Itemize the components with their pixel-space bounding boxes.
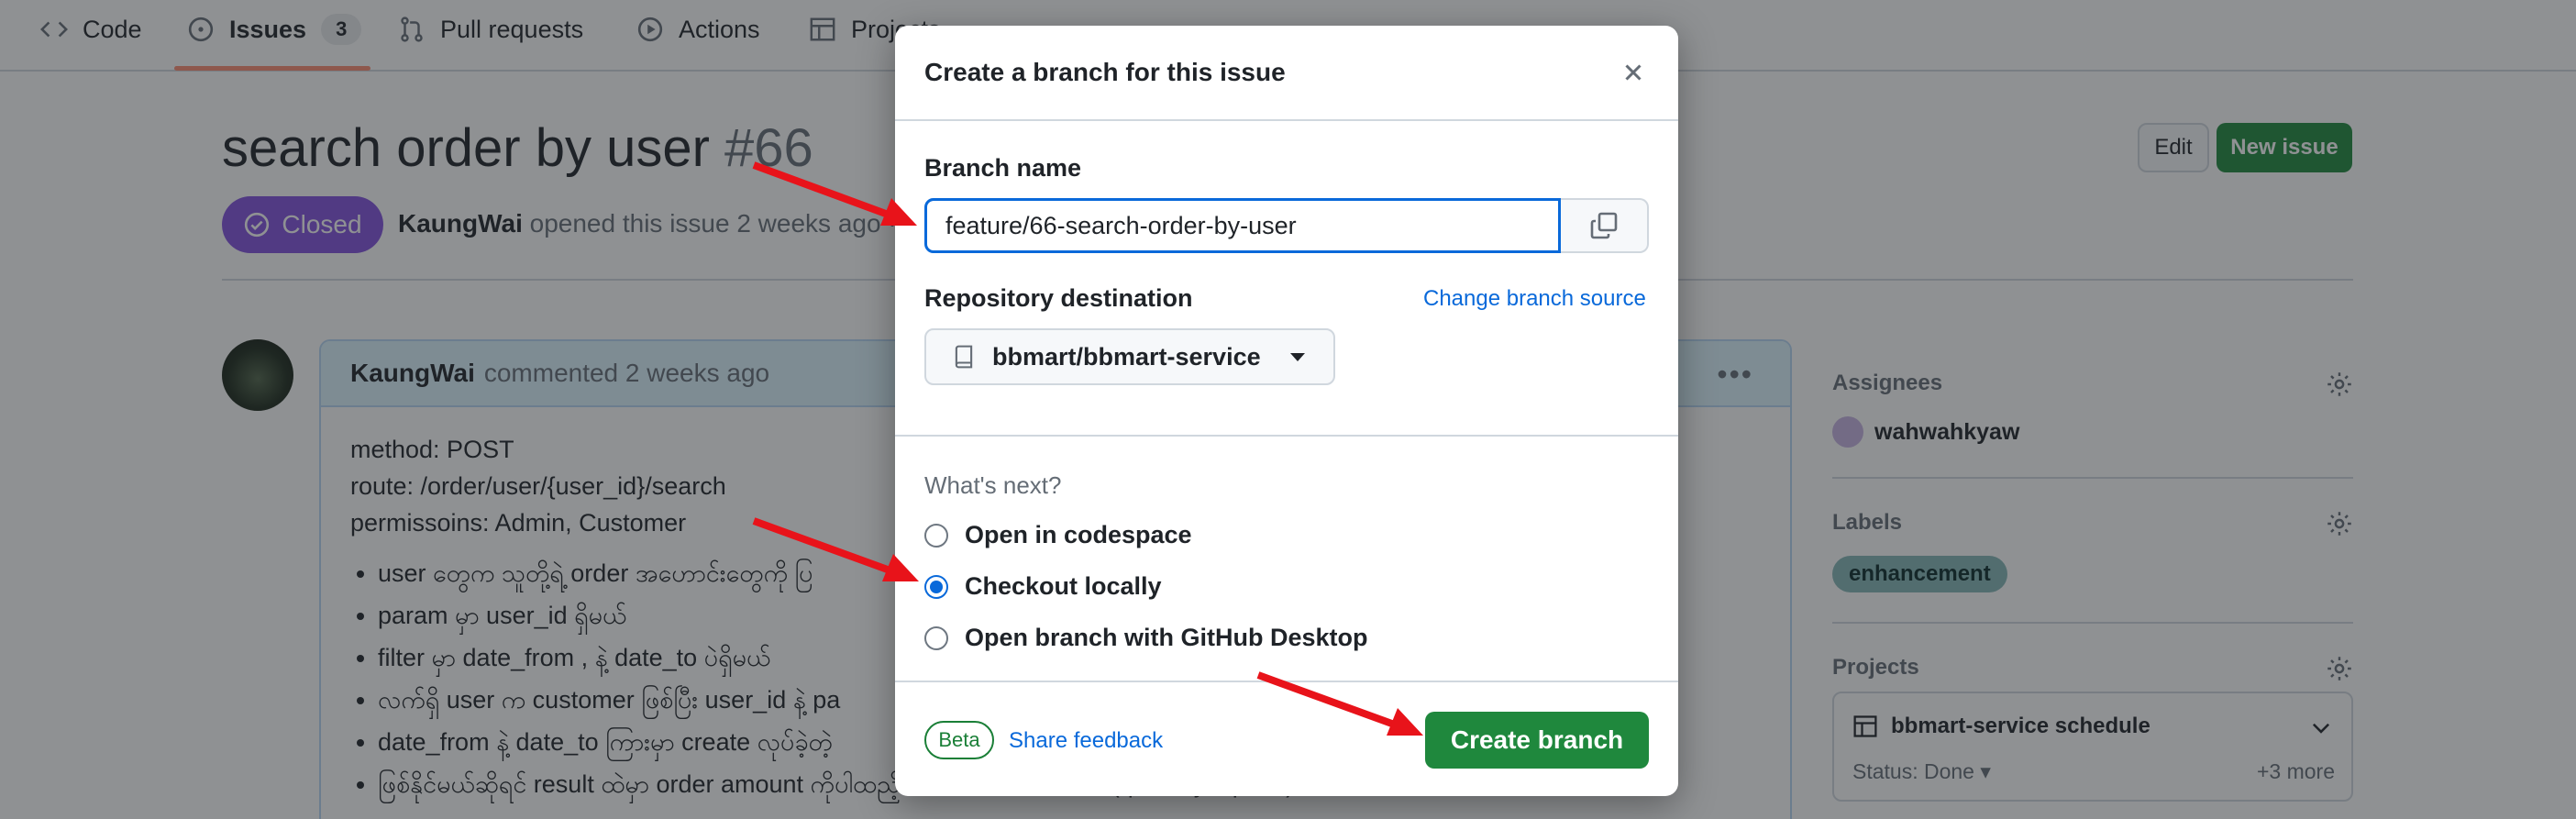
repo-destination-label: Repository destination: [924, 284, 1193, 312]
repo-destination-select[interactable]: bbmart/bbmart-service: [924, 328, 1335, 385]
create-branch-dialog: Create a branch for this issue Branch na…: [895, 26, 1678, 796]
caret-down-icon: [1289, 352, 1305, 361]
create-branch-button[interactable]: Create branch: [1425, 712, 1649, 769]
copy-button[interactable]: [1561, 198, 1649, 253]
beta-badge: Beta: [924, 721, 994, 759]
dialog-title: Create a branch for this issue: [924, 58, 1286, 86]
dialog-divider: [895, 681, 1678, 682]
radio-button[interactable]: [924, 523, 948, 548]
share-feedback-link[interactable]: Share feedback: [1009, 728, 1163, 754]
branch-name-input[interactable]: feature/66-search-order-by-user: [924, 198, 1561, 253]
option-label: Checkout locally: [965, 572, 1162, 600]
dialog-header: Create a branch for this issue: [895, 26, 1678, 121]
radio-button-selected[interactable]: [924, 574, 948, 599]
dialog-divider: [895, 435, 1678, 437]
whats-next-heading: What's next?: [924, 471, 1062, 499]
copy-icon: [1590, 212, 1618, 239]
branch-name-label: Branch name: [924, 154, 1082, 182]
repo-icon: [955, 345, 973, 369]
repo-destination-value: bbmart/bbmart-service: [992, 342, 1261, 371]
option-open-codespace[interactable]: Open in codespace: [924, 521, 1192, 549]
radio-button[interactable]: [924, 625, 948, 650]
change-branch-source-link[interactable]: Change branch source: [1423, 286, 1646, 312]
option-label: Open in codespace: [965, 521, 1192, 548]
close-icon[interactable]: [1620, 59, 1647, 86]
option-label: Open branch with GitHub Desktop: [965, 624, 1368, 651]
option-checkout-locally[interactable]: Checkout locally: [924, 572, 1162, 601]
option-open-github-desktop[interactable]: Open branch with GitHub Desktop: [924, 624, 1368, 652]
